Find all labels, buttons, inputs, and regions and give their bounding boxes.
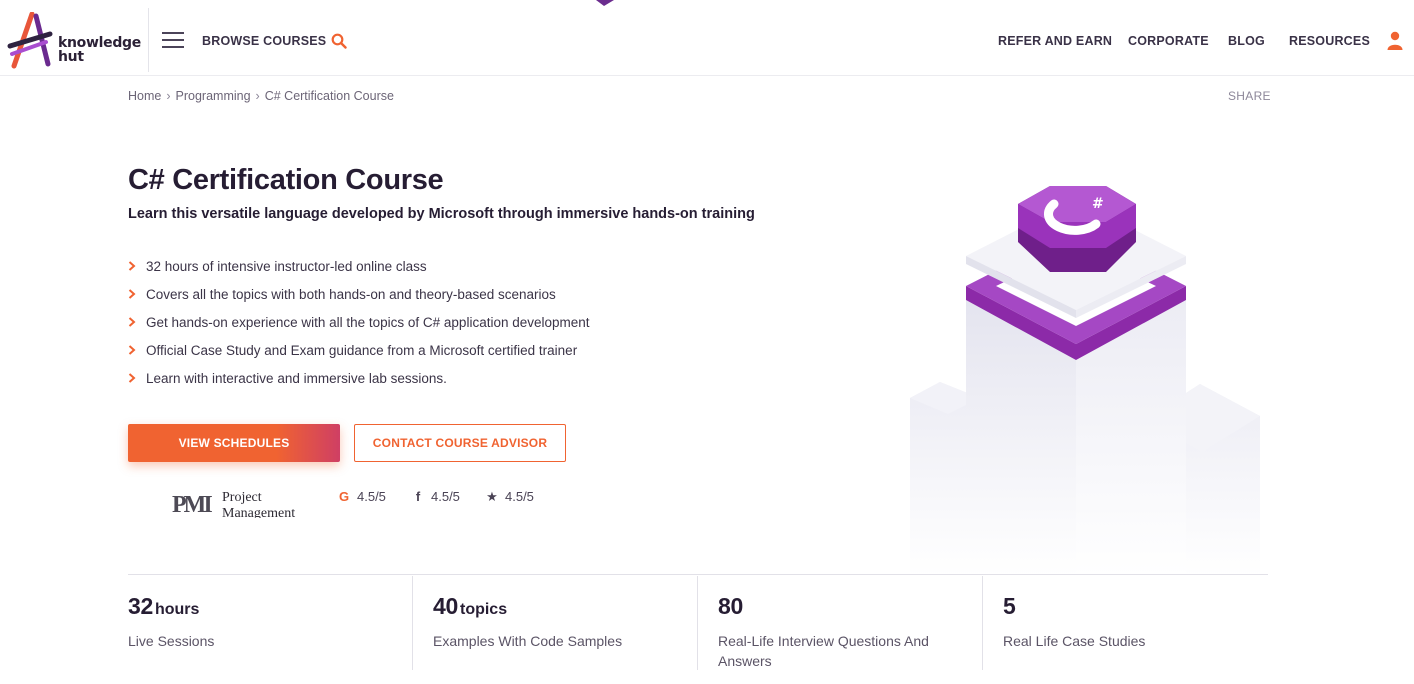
breadcrumb: Home › Programming › C# Certification Course bbox=[128, 89, 394, 103]
chevron-right-icon: › bbox=[255, 89, 260, 103]
stat-interview-questions: 80 Real-Life Interview Questions And Ans… bbox=[718, 575, 968, 671]
feature-item: Get hands-on experience with all the top… bbox=[128, 314, 590, 342]
user-icon[interactable] bbox=[1386, 31, 1404, 51]
stat-label: Examples With Code Samples bbox=[433, 633, 623, 649]
feature-item: Covers all the topics with both hands-on… bbox=[128, 286, 590, 314]
view-schedules-button[interactable]: VIEW SCHEDULES bbox=[128, 424, 340, 462]
feature-item: Learn with interactive and immersive lab… bbox=[128, 370, 590, 398]
chevron-right-icon: › bbox=[166, 89, 171, 103]
google-rating: G 4.5/5 bbox=[338, 489, 386, 504]
chevron-right-icon bbox=[128, 261, 136, 271]
header-divider bbox=[148, 8, 149, 72]
stat-separator bbox=[412, 576, 413, 670]
stat-value: 80 bbox=[718, 593, 743, 619]
chevron-right-icon bbox=[128, 345, 136, 355]
feature-item: Official Case Study and Exam guidance fr… bbox=[128, 342, 590, 370]
contact-course-advisor-button[interactable]: CONTACT COURSE ADVISOR bbox=[354, 424, 566, 462]
nav-resources[interactable]: RESOURCES bbox=[1289, 34, 1370, 48]
facebook-icon: f bbox=[415, 489, 421, 504]
chevron-right-icon bbox=[128, 317, 136, 327]
stat-case-studies: 5 Real Life Case Studies bbox=[1003, 575, 1263, 671]
stat-separator bbox=[697, 576, 698, 670]
stat-value: 5 bbox=[1003, 593, 1016, 619]
knowledgehut-logo[interactable]: knowledge hut bbox=[6, 11, 141, 70]
page-title: C# Certification Course bbox=[128, 164, 444, 196]
stat-value: 40 topics bbox=[433, 593, 508, 619]
menu-icon[interactable] bbox=[162, 32, 184, 50]
breadcrumb-programming[interactable]: Programming bbox=[176, 89, 251, 103]
feature-item: 32 hours of intensive instructor-led onl… bbox=[128, 258, 590, 286]
chevron-right-icon bbox=[128, 373, 136, 383]
breadcrumb-current: C# Certification Course bbox=[264, 89, 394, 103]
nav-refer-and-earn[interactable]: REFER AND EARN bbox=[998, 34, 1112, 48]
stat-label: Real-Life Interview Questions And Answer… bbox=[718, 633, 929, 669]
site-header: knowledge hut BROWSE COURSES REFER AND E… bbox=[0, 0, 1414, 76]
stat-label: Real Life Case Studies bbox=[1003, 633, 1146, 649]
google-icon: G bbox=[338, 489, 350, 504]
browse-courses-link[interactable]: BROWSE COURSES bbox=[202, 34, 326, 48]
stat-label: Live Sessions bbox=[128, 633, 215, 649]
stat-separator bbox=[982, 576, 983, 670]
overall-rating: ★ 4.5/5 bbox=[486, 489, 534, 504]
decorative-shape-icon bbox=[596, 0, 614, 6]
stat-hours: 32 hours Live Sessions bbox=[128, 575, 412, 671]
star-icon: ★ bbox=[486, 489, 498, 504]
page-subtitle: Learn this versatile language developed … bbox=[128, 206, 755, 222]
stat-topics: 40 topics Examples With Code Samples bbox=[433, 575, 697, 671]
search-icon[interactable] bbox=[331, 33, 347, 49]
nav-corporate[interactable]: CORPORATE bbox=[1128, 34, 1209, 48]
share-link[interactable]: SHARE bbox=[1228, 89, 1271, 103]
breadcrumb-home[interactable]: Home bbox=[128, 89, 161, 103]
stat-value: 32 hours bbox=[128, 593, 200, 619]
csharp-illustration: # bbox=[910, 186, 1260, 576]
logo-text: knowledge hut bbox=[58, 35, 141, 65]
logo-mark-icon bbox=[7, 11, 53, 69]
nav-blog[interactable]: BLOG bbox=[1228, 34, 1265, 48]
chevron-right-icon bbox=[128, 289, 136, 299]
feature-list: 32 hours of intensive instructor-led onl… bbox=[128, 258, 590, 398]
svg-text:#: # bbox=[1092, 196, 1104, 212]
pmi-logo: PMI Project Management bbox=[172, 490, 296, 518]
facebook-rating: f 4.5/5 bbox=[411, 489, 460, 504]
